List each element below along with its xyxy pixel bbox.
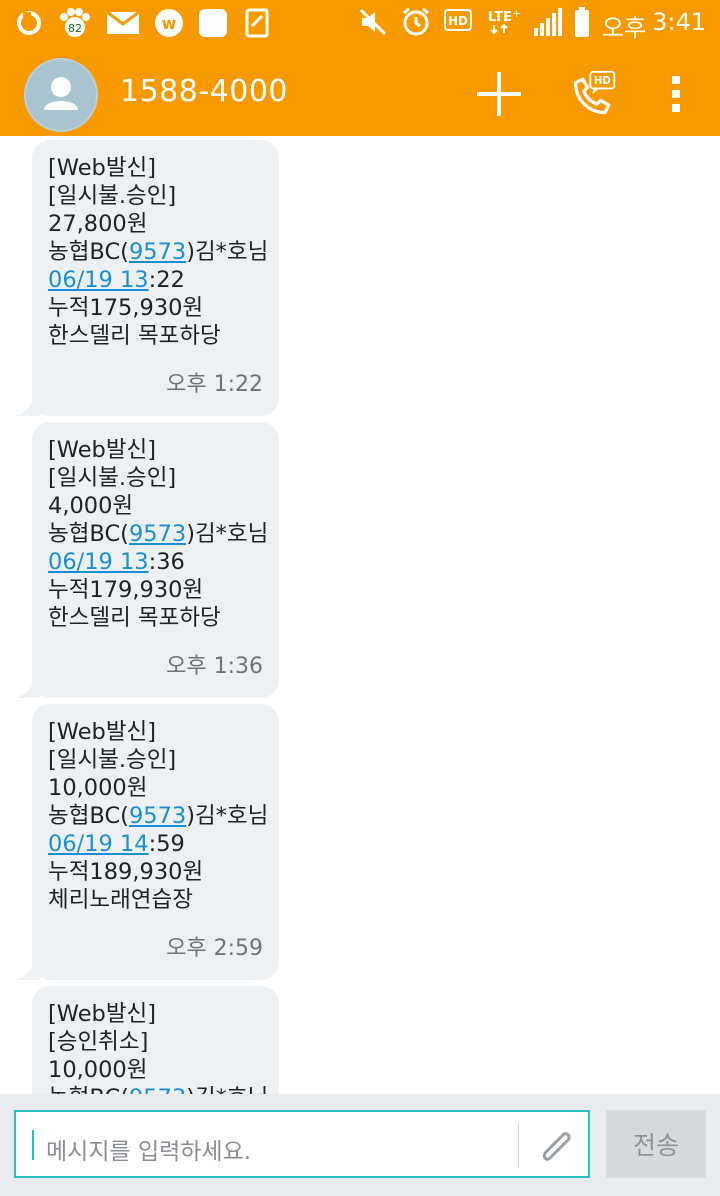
clock-time: 3:41 xyxy=(652,7,706,36)
svg-text:w: w xyxy=(162,14,177,33)
mail-icon xyxy=(106,8,140,38)
hd-call-button[interactable]: HD xyxy=(570,70,618,118)
date-line: 06/19 13:22 xyxy=(48,267,185,293)
phone-hd-icon: HD xyxy=(573,70,616,115)
message-time: 오후 1:22 xyxy=(166,372,263,397)
cumulative-line: 누적189,930원 xyxy=(48,859,204,885)
message-bubble[interactable]: [Web발신] [일시불.승인] 27,800원 농협BC(9573)김*호님 … xyxy=(10,140,279,416)
w-app-icon: w xyxy=(154,8,184,38)
overflow-icon xyxy=(672,76,680,112)
date-link[interactable]: 06/19 13 xyxy=(48,267,149,293)
badge-count: 82 xyxy=(68,22,82,35)
lte-icon: LTE + xyxy=(486,7,521,43)
message-line: 10,000원 xyxy=(48,775,148,801)
message-line: [일시불.승인] xyxy=(48,183,177,209)
svg-text:HD: HD xyxy=(448,14,468,28)
message-list[interactable]: [Web발신] [일시불.승인] 27,800원 농협BC(9573)김*호님 … xyxy=(0,136,720,1094)
composer-bar: 메시지를 입력하세요. 전송 xyxy=(0,1094,720,1196)
add-button[interactable] xyxy=(475,70,523,118)
card-number-link[interactable]: 9573 xyxy=(129,239,186,265)
status-bar: 82 w HD LTE + 오후 3:41 xyxy=(0,0,720,48)
message-line: [승인취소] xyxy=(48,1029,149,1055)
message-line: [Web발신] xyxy=(48,1001,157,1027)
paw-badge-icon: 82 xyxy=(58,8,92,38)
input-placeholder: 메시지를 입력하세요. xyxy=(46,1139,252,1165)
notification-icons: 82 w xyxy=(14,8,272,38)
message-line: [Web발신] xyxy=(48,155,157,181)
contact-avatar[interactable] xyxy=(24,58,98,132)
bubble-tail xyxy=(10,678,40,698)
merchant-line: 한스델리 목포하당 xyxy=(48,323,221,349)
battery-icon xyxy=(574,7,590,43)
person-icon xyxy=(44,77,78,110)
clock-ampm: 오후 xyxy=(601,13,647,42)
svg-text:+: + xyxy=(512,7,520,20)
message-input[interactable]: 메시지를 입력하세요. xyxy=(14,1110,590,1178)
hd-voice-icon: HD xyxy=(443,9,474,41)
date-link[interactable]: 06/19 13 xyxy=(48,549,149,575)
bubble-tail xyxy=(10,396,40,416)
conversation-header: 1588-4000 HD xyxy=(0,48,720,136)
date-line: 06/19 13:36 xyxy=(48,549,185,575)
date-line: 06/19 14:59 xyxy=(48,831,185,857)
message-line: [Web발신] xyxy=(48,437,157,463)
mute-icon xyxy=(358,7,388,43)
message-time: 오후 2:59 xyxy=(166,936,263,961)
paperclip-icon xyxy=(542,1132,571,1161)
message-line: [Web발신] xyxy=(48,719,157,745)
message-line: [일시불.승인] xyxy=(48,747,177,773)
svg-text:HD: HD xyxy=(594,76,611,87)
o-app-icon xyxy=(14,8,44,38)
card-number-link[interactable]: 9573 xyxy=(129,1085,186,1094)
svg-text:LTE: LTE xyxy=(488,10,512,25)
message-line: 10,000원 xyxy=(48,1057,148,1083)
bubble-tail xyxy=(10,960,40,980)
screenshot-icon xyxy=(242,8,272,38)
system-status: HD LTE + 오후 3:41 xyxy=(358,6,706,44)
cumulative-line: 누적179,930원 xyxy=(48,577,204,603)
card-line: 농협BC(9573)김*호님 xyxy=(48,521,269,547)
card-number-link[interactable]: 9573 xyxy=(129,803,186,829)
cumulative-line: 누적175,930원 xyxy=(48,295,204,321)
message-line: [일시불.승인] xyxy=(48,465,177,491)
send-button[interactable]: 전송 xyxy=(606,1110,706,1178)
card-line: 농협BC(9573)김*호님 xyxy=(48,239,269,265)
message-time: 오후 1:36 xyxy=(166,654,263,679)
merchant-line: 체리노래연습장 xyxy=(48,887,193,913)
message-bubble[interactable]: [Web발신] [승인취소] 10,000원 농협BC(9573)김*호님 xyxy=(32,986,279,1094)
card-line: 농협BC(9573)김*호님 xyxy=(48,803,269,829)
more-options-button[interactable] xyxy=(652,70,700,118)
contact-number[interactable]: 1588-4000 xyxy=(120,74,288,109)
card-line: 농협BC(9573)김*호님 xyxy=(48,1084,268,1094)
plus-icon xyxy=(477,72,521,116)
message-line: 4,000원 xyxy=(48,493,134,519)
message-bubble[interactable]: [Web발신] [일시불.승인] 10,000원 농협BC(9573)김*호님 … xyxy=(10,704,279,980)
input-divider xyxy=(518,1122,519,1168)
signal-icon xyxy=(532,8,562,42)
date-link[interactable]: 06/19 14 xyxy=(48,831,149,857)
merchant-line: 한스델리 목포하당 xyxy=(48,605,221,631)
text-cursor xyxy=(32,1130,34,1160)
message-line: 27,800원 xyxy=(48,211,148,237)
card-number-link[interactable]: 9573 xyxy=(129,521,186,547)
blank-app-icon xyxy=(198,8,228,38)
attach-button[interactable] xyxy=(532,1122,580,1170)
message-bubble[interactable]: [Web발신] [일시불.승인] 4,000원 농협BC(9573)김*호님 0… xyxy=(10,422,279,698)
alarm-icon xyxy=(400,6,432,44)
